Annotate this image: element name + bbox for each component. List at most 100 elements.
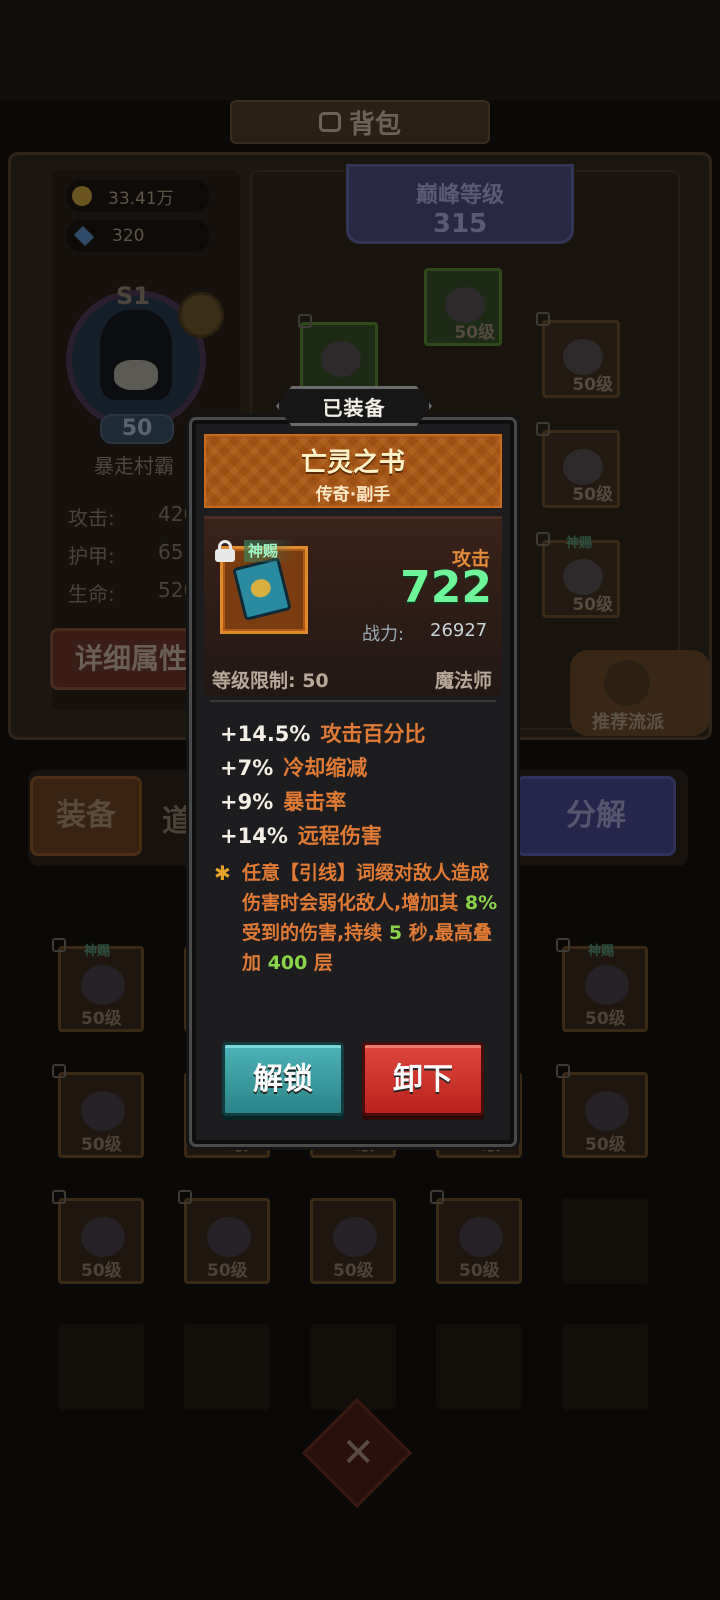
bag-icon (318, 112, 341, 132)
effect-text: 受到的伤害,持续 (242, 922, 389, 944)
tab-equipment[interactable]: 装备 (30, 776, 142, 856)
slot-level: 50级 (333, 1261, 374, 1281)
stat-value: 420 (158, 502, 197, 526)
lock-icon (298, 314, 312, 328)
stat-label: 护甲: (68, 544, 115, 568)
inventory-slot[interactable]: 50级 (184, 1198, 270, 1284)
book-emblem (248, 577, 273, 600)
peak-level-title: 巅峰等级 (415, 183, 504, 208)
item-rarity-type: 传奇·副手 (315, 485, 391, 505)
empty-inventory-slot[interactable] (562, 1198, 648, 1284)
affix-name: 冷却缩减 (283, 756, 368, 780)
effect-highlight: 8% (464, 892, 498, 914)
divine-tag: 神赐 (84, 944, 111, 959)
lock-icon (178, 1190, 192, 1204)
stat-armor: 护甲: 65 (68, 540, 183, 569)
player-level-badge: 50 (100, 414, 174, 444)
equip-slot-offhand[interactable]: 50级 (542, 540, 620, 618)
star-icon: ✱ (214, 861, 231, 885)
unlock-button[interactable]: 解锁 (222, 1042, 344, 1116)
power-value: 26927 (430, 620, 488, 641)
slot-level: 50级 (572, 375, 613, 395)
empty-inventory-slot[interactable] (562, 1324, 648, 1410)
tab-items[interactable]: 道 (162, 796, 192, 840)
gem-counter: 320 (66, 220, 210, 252)
effect-highlight: 5 (388, 922, 403, 944)
avatar-face (114, 360, 158, 390)
slot-level: 50级 (81, 1261, 122, 1281)
stat-value: 65 (158, 540, 184, 564)
item-name: 亡灵之书 (300, 448, 405, 478)
close-icon: ✕ (341, 1429, 376, 1476)
recommend-label: 推荐流派 (592, 712, 664, 733)
affix-line: +9% 暴击率 (220, 786, 346, 816)
stat-value: 520 (158, 578, 197, 602)
gold-amount: 33.41万 (108, 188, 174, 209)
unequip-button[interactable]: 卸下 (362, 1042, 484, 1116)
empty-inventory-slot[interactable] (436, 1324, 522, 1410)
equip-slot-weapon[interactable]: 50级 (424, 268, 502, 346)
empty-inventory-slot[interactable] (310, 1324, 396, 1410)
empty-inventory-slot[interactable] (58, 1324, 144, 1410)
class-requirement: 魔法师 (434, 670, 492, 692)
affix-value: +14.5% (220, 722, 311, 746)
slot-level: 50级 (81, 1009, 122, 1029)
inventory-slot[interactable]: 50级 (58, 1198, 144, 1284)
player-name: 暴走村霸 (94, 454, 174, 478)
slot-level: 50级 (454, 323, 495, 343)
inventory-slot[interactable]: 50级 (562, 1072, 648, 1158)
slot-level: 50级 (207, 1261, 248, 1281)
gold-coin-icon (72, 186, 92, 206)
affix-line: +14% 远程伤害 (220, 820, 382, 850)
lock-icon (536, 532, 550, 546)
lock-icon (52, 1064, 66, 1078)
thumbs-up-icon (604, 660, 650, 706)
affix-name: 攻击百分比 (320, 722, 426, 746)
inventory-slot[interactable]: 50级 (436, 1198, 522, 1284)
slot-level: 50级 (585, 1135, 626, 1155)
slot-level: 50级 (81, 1135, 122, 1155)
helmet-icon (81, 1091, 125, 1131)
affix-name: 远程伤害 (297, 824, 382, 848)
inventory-slot[interactable]: 50级 (58, 1072, 144, 1158)
affix-line: +7% 冷却缩减 (220, 752, 367, 782)
ring-icon (81, 965, 125, 1005)
recommend-build-button[interactable]: 推荐流派 (570, 650, 710, 736)
level-requirement: 等级限制: 50 (212, 670, 329, 692)
equipped-label: 已装备 (322, 395, 386, 420)
item-header: 亡灵之书 传奇·副手 (204, 434, 502, 508)
swap-character-button[interactable] (178, 292, 224, 338)
helmet-icon (321, 341, 361, 377)
effect-text: 层 (307, 952, 333, 974)
inventory-slot[interactable]: 50级 (310, 1198, 396, 1284)
main-stat-value: 722 (400, 562, 492, 613)
stat-health: 生命: 520 (68, 578, 196, 607)
lock-icon (52, 938, 66, 952)
equip-slot-amulet[interactable]: 50级 (542, 320, 620, 398)
slot-level: 50级 (572, 485, 613, 505)
bag-title: 背包 (348, 109, 401, 140)
lock-icon[interactable] (214, 540, 236, 562)
lock-icon (536, 312, 550, 326)
season-label: S1 (116, 282, 150, 310)
tab-decompose[interactable]: 分解 (516, 776, 676, 856)
lock-icon (52, 1190, 66, 1204)
empty-inventory-slot[interactable] (184, 1324, 270, 1410)
armor-icon (585, 965, 629, 1005)
gem-icon (73, 225, 95, 247)
top-band (0, 0, 720, 100)
ring-icon (459, 1217, 503, 1257)
gem-amount: 320 (112, 226, 145, 246)
gold-counter: 33.41万 (66, 180, 210, 212)
close-button[interactable]: ✕ (301, 1397, 413, 1509)
affix-line: +14.5% 攻击百分比 (220, 718, 425, 748)
divine-tag: 神赐 (566, 536, 593, 551)
lock-icon (556, 1064, 570, 1078)
effect-text: 任意【引线】词缀对敌人造成伤害时会弱化敌人,增加其 (242, 862, 490, 914)
lock-icon (430, 1190, 444, 1204)
affix-value: +14% (220, 824, 288, 848)
equipped-status-tab: 已装备 (276, 386, 432, 426)
peak-level-box: 巅峰等级 315 (346, 164, 574, 244)
lock-icon (556, 938, 570, 952)
equip-slot-ring[interactable]: 50级 (542, 430, 620, 508)
